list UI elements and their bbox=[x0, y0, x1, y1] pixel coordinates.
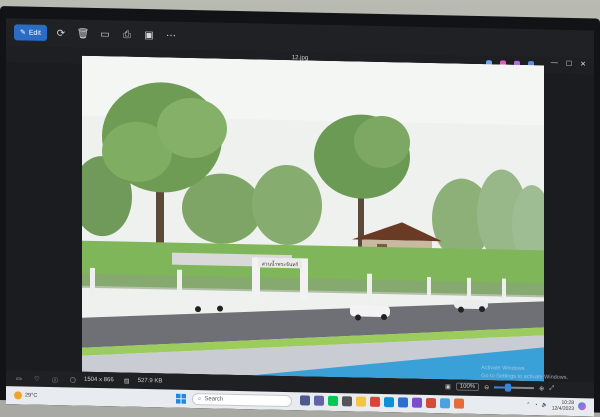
sun-icon bbox=[14, 391, 22, 400]
photos-app-window: ✎ Edit ⟳ 🗑 ▭ ⎙ ▣ ⋯ 12.jpg — ☐ ✕ สวนน้ำพร… bbox=[6, 18, 594, 417]
widgets-app-icon[interactable] bbox=[300, 395, 310, 406]
filmstrip-icon[interactable]: ▭ bbox=[14, 375, 24, 382]
edge-icon[interactable] bbox=[384, 397, 394, 408]
window-controls: — ☐ ✕ bbox=[551, 60, 586, 69]
rotate-icon[interactable]: ⟳ bbox=[53, 25, 69, 41]
system-tray: ⌃ ◔ 🔈 10:28 12/4/2023 bbox=[526, 399, 586, 412]
chevron-up-icon[interactable]: ⌃ bbox=[526, 402, 530, 408]
zoom-controls: ▣ 100% ⊖ ⊕ ⤢ bbox=[445, 382, 554, 392]
windows-start-icon[interactable] bbox=[176, 393, 186, 404]
activate-windows-watermark: Activate Windows Go to Settings to activ… bbox=[481, 364, 568, 382]
app-icon[interactable] bbox=[454, 398, 464, 409]
zoom-slider-knob[interactable] bbox=[505, 383, 512, 392]
info-icon[interactable]: ⓘ bbox=[50, 375, 60, 384]
zoom-in-icon[interactable]: ⊕ bbox=[539, 385, 544, 392]
weather-widget[interactable]: 29°C bbox=[14, 391, 38, 400]
monitor-bezel: ✎ Edit ⟳ 🗑 ▭ ⎙ ▣ ⋯ 12.jpg — ☐ ✕ สวนน้ำพร… bbox=[0, 6, 600, 417]
image-dimensions: 1504 x 866 bbox=[84, 376, 114, 384]
minimize-icon[interactable]: — bbox=[551, 60, 558, 68]
slideshow-icon[interactable]: ▣ bbox=[141, 27, 157, 43]
search-placeholder: Search bbox=[204, 396, 224, 403]
sketchup-app-icon[interactable] bbox=[426, 397, 436, 409]
edit-icon: ✎ bbox=[20, 29, 26, 37]
copilot-icon[interactable] bbox=[578, 402, 586, 411]
clock-date: 12/4/2023 bbox=[551, 405, 574, 413]
close-icon[interactable]: ✕ bbox=[580, 60, 586, 68]
file-size: 527.9 KB bbox=[137, 377, 163, 385]
teams-app-icon[interactable] bbox=[314, 395, 324, 406]
search-icon: ⌕ bbox=[198, 395, 202, 402]
zoom-slider[interactable] bbox=[494, 383, 535, 392]
pinned-apps bbox=[300, 395, 464, 409]
clock[interactable]: 10:28 12/4/2023 bbox=[552, 400, 574, 412]
line-app-icon[interactable] bbox=[328, 395, 338, 407]
network-icon[interactable]: ◔ bbox=[534, 402, 537, 408]
fit-icon[interactable]: ▣ bbox=[445, 383, 451, 390]
camera-app-icon[interactable] bbox=[342, 396, 352, 407]
vs-app-icon[interactable] bbox=[412, 397, 422, 408]
more-icon[interactable]: ⋯ bbox=[163, 27, 179, 43]
rendered-park-image: สวนน้ำพระจันทร์ bbox=[82, 55, 544, 382]
fullscreen-icon[interactable]: ⤢ bbox=[549, 385, 554, 392]
storage-icon: ▤ bbox=[123, 378, 130, 385]
volume-icon[interactable]: 🔈 bbox=[542, 402, 548, 408]
resolution-icon: ▢ bbox=[70, 376, 76, 384]
print-icon[interactable]: ⎙ bbox=[119, 26, 135, 42]
maximize-icon[interactable]: ☐ bbox=[566, 60, 572, 68]
crop-icon[interactable]: ▭ bbox=[97, 26, 113, 42]
zoom-out-icon[interactable]: ⊖ bbox=[484, 384, 489, 391]
weather-temp: 29°C bbox=[25, 392, 38, 399]
edit-button[interactable]: ✎ Edit bbox=[14, 24, 47, 41]
photo-canvas[interactable]: สวนน้ำพระจันทร์ bbox=[82, 55, 544, 382]
edit-label: Edit bbox=[28, 29, 41, 37]
delete-icon[interactable]: 🗑 bbox=[75, 26, 91, 42]
favorite-heart-icon[interactable]: ♡ bbox=[32, 375, 42, 382]
store-app-icon[interactable] bbox=[398, 397, 408, 408]
chrome-icon[interactable] bbox=[370, 396, 380, 407]
zoom-level[interactable]: 100% bbox=[455, 382, 480, 392]
file-explorer-icon[interactable] bbox=[356, 396, 366, 407]
taskbar-search[interactable]: ⌕ Search bbox=[192, 393, 292, 408]
